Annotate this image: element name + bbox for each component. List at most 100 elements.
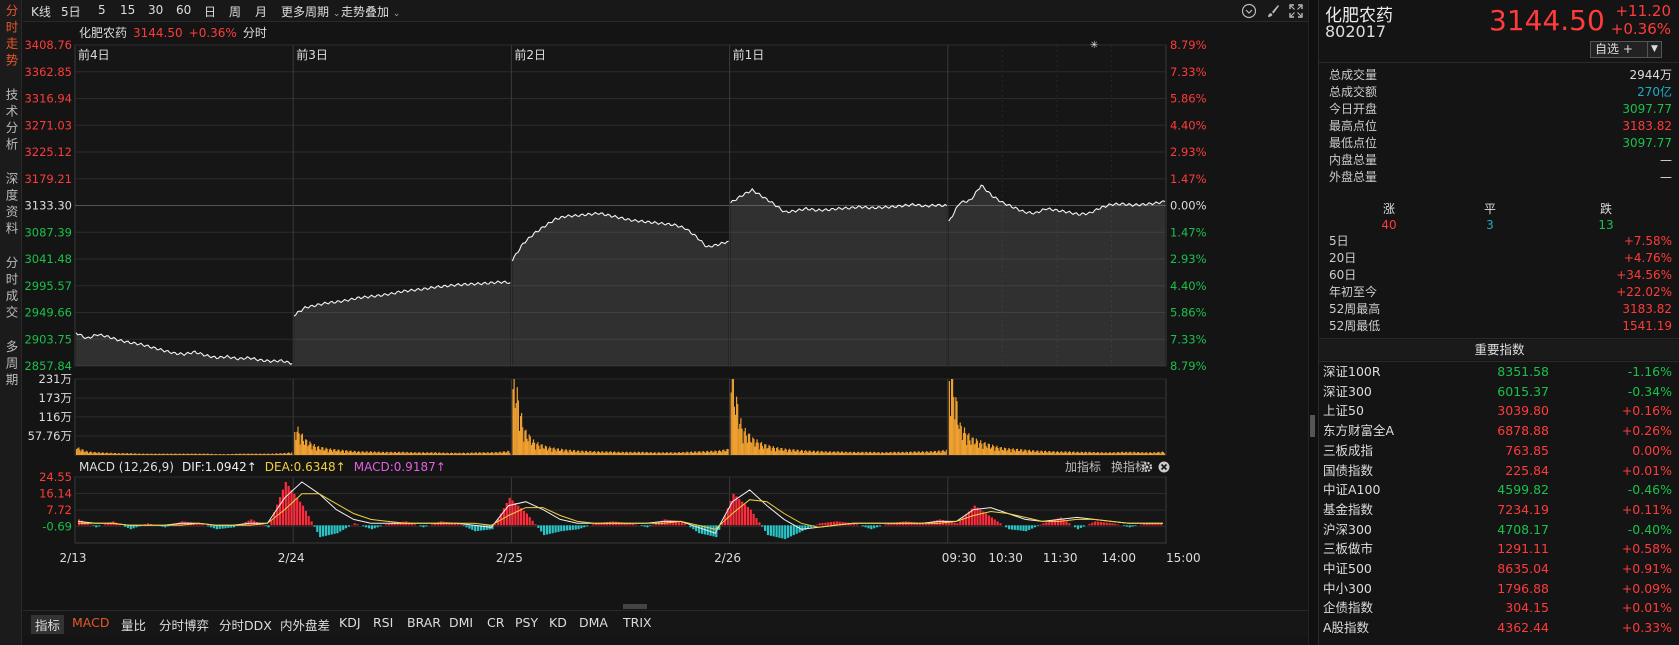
close-icon[interactable] bbox=[1158, 461, 1170, 473]
volume-bar bbox=[406, 451, 408, 455]
day-label: 前4日 bbox=[78, 47, 110, 62]
index-row[interactable]: 基金指数 7234.19 +0.11% bbox=[1319, 500, 1679, 520]
indicator-tab[interactable]: 指标 bbox=[31, 615, 65, 634]
nav-tab-intraday-trades[interactable]: 分时成交 bbox=[0, 256, 22, 326]
volume-bar bbox=[1050, 452, 1052, 455]
volume-bar bbox=[290, 453, 292, 455]
chart-header: 化肥农药 3144.50 +0.36% 分时 bbox=[79, 26, 267, 40]
indicator-tab[interactable]: RSI bbox=[373, 615, 393, 630]
circle-chevron-icon[interactable] bbox=[1241, 3, 1257, 19]
index-row[interactable]: 国债指数 225.84 +0.01% bbox=[1319, 461, 1679, 481]
volume-bar bbox=[93, 452, 95, 455]
volume-bar bbox=[518, 430, 521, 455]
index-row[interactable]: 企债指数 304.15 +0.01% bbox=[1319, 598, 1679, 618]
volume-bar bbox=[374, 451, 376, 455]
index-row[interactable]: 沪深300 4708.17 -0.40% bbox=[1319, 520, 1679, 540]
macd-bar bbox=[322, 525, 325, 537]
index-change: -1.16% bbox=[1627, 364, 1672, 379]
scroll-handle[interactable] bbox=[623, 604, 647, 609]
period-5min-button[interactable]: 5 bbox=[98, 3, 106, 17]
index-row[interactable]: 中小300 1796.88 +0.09% bbox=[1319, 579, 1679, 599]
volume-bar bbox=[188, 454, 190, 455]
macd-bar bbox=[566, 525, 569, 531]
volume-bar bbox=[160, 454, 162, 455]
indicator-tab[interactable]: 量比 bbox=[121, 615, 146, 634]
macd-bar bbox=[1068, 523, 1071, 526]
volume-bar bbox=[373, 452, 375, 455]
macd-bar bbox=[775, 525, 778, 538]
macd-bar bbox=[1074, 525, 1077, 528]
volume-bar bbox=[874, 452, 876, 455]
volume-bar bbox=[1157, 451, 1159, 455]
more-periods-dropdown[interactable]: 更多周期 ⌄ bbox=[281, 3, 340, 20]
volume-bar bbox=[941, 450, 943, 455]
indicator-tab[interactable]: 内外盘差 bbox=[280, 615, 330, 634]
volume-bar bbox=[1074, 452, 1076, 455]
index-row[interactable]: 东方财富全A 6878.88 +0.26% bbox=[1319, 421, 1679, 441]
brush-icon[interactable] bbox=[1265, 3, 1281, 19]
indicator-tab[interactable]: PSY bbox=[515, 615, 538, 630]
period-week-button[interactable]: 周 bbox=[229, 3, 241, 20]
indicator-tab[interactable]: MACD bbox=[72, 615, 109, 630]
indicator-tab[interactable]: KD bbox=[549, 615, 567, 630]
chart-area[interactable]: 3408.76 8.79% 3362.85 7.33% 3316.94 5.86% 3271… bbox=[23, 22, 1308, 642]
index-row[interactable]: 三板做市 1291.11 +0.58% bbox=[1319, 539, 1679, 559]
index-row[interactable]: 深证300 6015.37 -0.34% bbox=[1319, 382, 1679, 402]
switch-indicator-button[interactable]: 换指标 bbox=[1111, 459, 1147, 474]
period-60min-button[interactable]: 60 bbox=[176, 3, 191, 17]
add-indicator-button[interactable]: 加指标 bbox=[1065, 459, 1101, 474]
macd-bar bbox=[422, 525, 425, 528]
volume-bar bbox=[923, 451, 925, 455]
volume-bar bbox=[278, 454, 280, 455]
indicator-tab[interactable]: TRIX bbox=[623, 615, 652, 630]
volume-bar bbox=[124, 454, 126, 455]
index-row[interactable]: 三板成指 763.85 0.00% bbox=[1319, 441, 1679, 461]
index-row[interactable]: A股指数 4362.44 +0.33% bbox=[1319, 618, 1679, 638]
nav-tab-intraday[interactable]: 分时走势 bbox=[0, 4, 22, 74]
indicator-tab[interactable]: KDJ bbox=[339, 615, 361, 630]
chevron-down-icon: ⌄ bbox=[392, 9, 401, 19]
indicator-tab[interactable]: DMA bbox=[579, 615, 608, 630]
nav-tab-technical[interactable]: 技术分析 bbox=[0, 88, 22, 158]
period-30min-button[interactable]: 30 bbox=[148, 3, 163, 17]
add-watchlist-button[interactable]: 自选 + ▼ bbox=[1590, 41, 1662, 58]
volume-bar bbox=[459, 452, 461, 455]
price-tick-label: 3087.39 bbox=[24, 225, 72, 239]
index-row[interactable]: 中证A100 4599.82 -0.46% bbox=[1319, 480, 1679, 500]
macd-bar bbox=[557, 525, 560, 532]
intraday-chart[interactable]: 3408.76 8.79% 3362.85 7.33% 3316.94 5.86% 3271… bbox=[23, 22, 1308, 610]
period-day-button[interactable]: 日 bbox=[204, 3, 216, 20]
volume-bar bbox=[739, 423, 741, 455]
index-row[interactable]: 深证100R 8351.58 -1.16% bbox=[1319, 362, 1679, 382]
kline-button[interactable]: K线 bbox=[31, 3, 51, 20]
collapse-handle-icon[interactable] bbox=[1310, 415, 1315, 437]
volume-bar bbox=[1146, 452, 1148, 455]
macd-bar bbox=[766, 525, 770, 536]
volume-bar bbox=[126, 453, 128, 455]
macd-bar bbox=[1010, 525, 1014, 530]
indicator-tab[interactable]: BRAR bbox=[407, 615, 441, 630]
panel-splitter[interactable] bbox=[1308, 0, 1318, 645]
volume-bar bbox=[253, 454, 255, 455]
trend-overlay-dropdown[interactable]: 走势叠加 ⌄ bbox=[341, 3, 400, 20]
period-month-button[interactable]: 月 bbox=[255, 3, 267, 20]
chevron-down-icon[interactable]: ▼ bbox=[1647, 42, 1661, 57]
macd-bar bbox=[577, 525, 580, 530]
chevron-down-icon[interactable]: ⌄ bbox=[74, 5, 82, 15]
indicator-tab[interactable]: DMI bbox=[449, 615, 473, 630]
macd-bar bbox=[373, 525, 376, 529]
index-row[interactable]: 中证500 8635.04 +0.91% bbox=[1319, 559, 1679, 579]
period-15min-button[interactable]: 15 bbox=[120, 3, 135, 17]
nav-tab-multi-period[interactable]: 多周期 bbox=[0, 340, 22, 394]
indicator-tab[interactable]: 分时博弈 bbox=[159, 615, 209, 634]
volume-bar bbox=[1114, 452, 1116, 455]
indicator-tab[interactable]: CR bbox=[487, 615, 504, 630]
volume-bar bbox=[475, 452, 477, 455]
index-row[interactable]: 上证50 3039.80 +0.16% bbox=[1319, 401, 1679, 421]
volume-bar bbox=[85, 450, 87, 455]
volume-bar bbox=[1068, 451, 1070, 455]
fullscreen-icon[interactable] bbox=[1288, 3, 1304, 19]
nav-tab-depth-info[interactable]: 深度资料 bbox=[0, 172, 22, 242]
indicator-tab[interactable]: 分时DDX bbox=[219, 615, 272, 634]
volume-bar bbox=[610, 451, 612, 455]
